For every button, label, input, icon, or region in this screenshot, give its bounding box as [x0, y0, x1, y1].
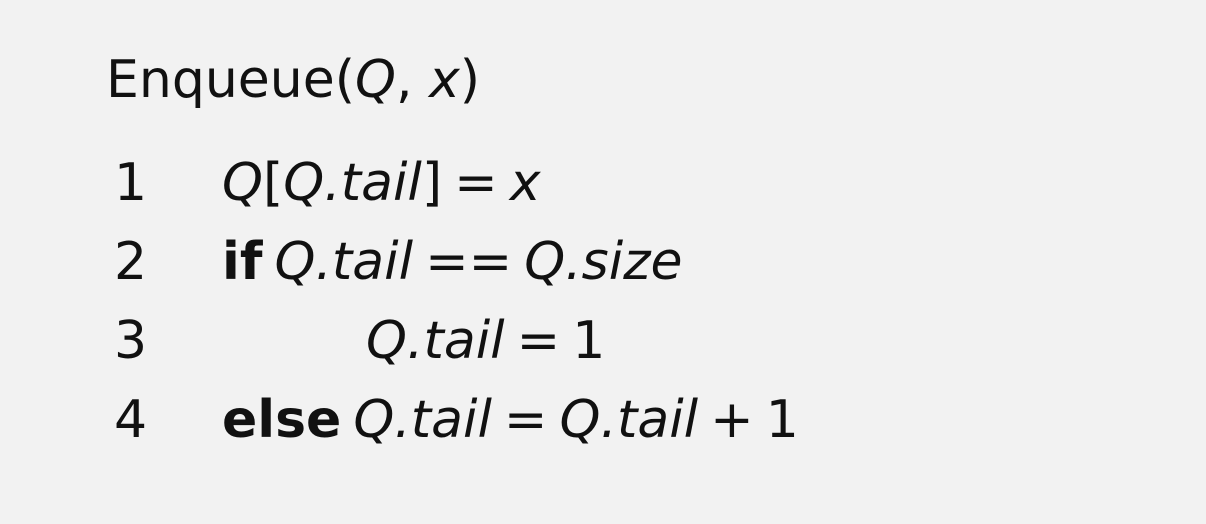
- bracket-open: [: [262, 153, 284, 213]
- rhs-value: x: [509, 153, 541, 213]
- param-q: Q: [355, 50, 396, 110]
- line-content: else Q.tail = Q.tail +1: [222, 390, 799, 450]
- code-line-1: 1 Q[Q.tail] = x: [0, 153, 1206, 213]
- lhs-expression: Q.tail: [366, 311, 505, 371]
- code-line-4: 4 else Q.tail = Q.tail +1: [0, 390, 1206, 450]
- line-content: Q[Q.tail] = x: [222, 153, 541, 213]
- rhs-value: 1: [572, 311, 606, 371]
- bracket-close: ]: [421, 153, 443, 213]
- equality-operator: ==: [425, 232, 513, 292]
- code-line-3: 3 Q.tail = 1: [0, 311, 1206, 371]
- line-number: 4: [114, 390, 148, 450]
- line-content: Q.tail = 1: [366, 311, 605, 371]
- if-keyword: if: [222, 232, 263, 292]
- procedure-name: Enqueue: [106, 50, 335, 110]
- procedure-header: Enqueue(Q, x): [106, 50, 480, 110]
- plus-operator: +: [710, 390, 754, 450]
- line-number: 3: [114, 311, 148, 371]
- tail-field: Q.tail: [283, 153, 422, 213]
- queue-var: Q: [222, 153, 263, 213]
- close-paren: ): [459, 50, 481, 110]
- rhs-expression: Q.size: [524, 232, 683, 292]
- lhs-expression: Q.tail: [274, 232, 414, 292]
- open-paren: (: [334, 50, 356, 110]
- line-number: 2: [114, 232, 148, 292]
- assign-operator: =: [454, 153, 498, 213]
- rhs-expression: Q.tail: [559, 390, 699, 450]
- line-content: if Q.tail == Q.size: [222, 232, 683, 292]
- algorithm-block: Enqueue(Q, x) 1 Q[Q.tail] = x 2 if Q.tail ==…: [0, 0, 1206, 524]
- assign-operator: =: [503, 390, 548, 450]
- param-x: x: [429, 50, 460, 110]
- else-keyword: else: [222, 390, 342, 450]
- increment-value: 1: [765, 390, 799, 450]
- param-separator: ,: [395, 50, 430, 110]
- line-number: 1: [114, 153, 148, 213]
- code-line-2: 2 if Q.tail == Q.size: [0, 232, 1206, 292]
- lhs-expression: Q.tail: [353, 390, 492, 450]
- assign-operator: =: [516, 311, 561, 371]
